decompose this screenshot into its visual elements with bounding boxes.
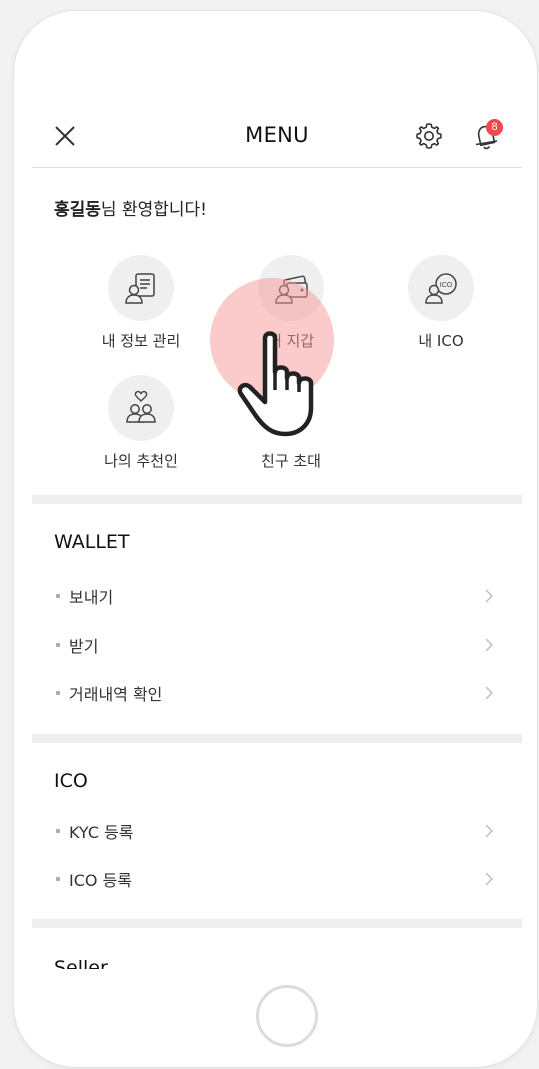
menu-row-kyc-register[interactable]: KYC 등록: [32, 811, 522, 851]
bullet-dot: [56, 594, 60, 598]
section-divider: [32, 495, 522, 504]
menu-row-label: 보내기: [69, 588, 114, 607]
section-title-ico: ICO: [54, 770, 88, 792]
bullet-dot: [56, 643, 60, 647]
section-divider: [32, 734, 522, 743]
quick-menu: 내 정보 관리 내 지갑 ICO 내 ICO 나의 추천인 친구 초대: [32, 251, 522, 491]
home-button[interactable]: [256, 985, 318, 1047]
quick-item-my-wallet[interactable]: 내 지갑: [216, 255, 366, 351]
phone-frame: MENU 8 홍길동님 환영합니다! 내 정보 관리 내 지갑 ICO 내 IC…: [14, 11, 537, 1067]
menu-row-label: KYC 등록: [69, 823, 134, 842]
page-title: MENU: [245, 123, 309, 147]
quick-item-label: 나의 추천인: [104, 452, 178, 470]
welcome-message: 홍길동님 환영합니다!: [54, 195, 207, 220]
svg-text:ICO: ICO: [440, 282, 453, 289]
menu-row-receive[interactable]: 받기: [32, 625, 522, 665]
bullet-dot: [56, 829, 60, 833]
quick-item-label: 내 ICO: [418, 332, 464, 350]
quick-item-my-ico[interactable]: ICO 내 ICO: [366, 255, 516, 351]
chevron-right-icon: [485, 824, 493, 838]
user-name: 홍길동: [54, 200, 101, 220]
welcome-suffix: 님 환영합니다!: [100, 200, 207, 220]
notification-badge: 8: [486, 119, 503, 136]
settings-button[interactable]: [414, 121, 444, 151]
section-title-wallet: WALLET: [54, 531, 130, 553]
quick-item-label: 친구 초대: [261, 452, 321, 470]
chevron-right-icon: [485, 589, 493, 603]
bullet-dot: [56, 691, 60, 695]
notification-button[interactable]: 8: [470, 119, 504, 153]
quick-item-my-info[interactable]: 내 정보 관리: [66, 255, 216, 351]
menu-row-ico-register[interactable]: ICO 등록: [32, 859, 522, 899]
referral-people-icon: [108, 375, 174, 441]
section-title-seller: Seller: [54, 957, 108, 969]
quick-item-invite-friends[interactable]: 친구 초대: [216, 375, 366, 471]
gear-icon: [416, 123, 442, 149]
quick-item-icon-area: [216, 375, 366, 441]
chevron-right-icon: [485, 872, 493, 886]
quick-item-my-referrer[interactable]: 나의 추천인: [66, 375, 216, 471]
menu-row-label: ICO 등록: [69, 871, 133, 890]
quick-item-label: 내 정보 관리: [101, 332, 181, 350]
menu-row-send[interactable]: 보내기: [32, 576, 522, 616]
quick-item-label: 내 지갑: [267, 332, 315, 350]
menu-row-label: 받기: [69, 637, 99, 656]
profile-document-icon: [108, 255, 174, 321]
bullet-dot: [56, 877, 60, 881]
menu-row-label: 거래내역 확인: [69, 685, 163, 704]
menu-header: MENU 8: [32, 111, 522, 168]
menu-row-transaction-history[interactable]: 거래내역 확인: [32, 673, 522, 713]
section-divider: [32, 919, 522, 928]
app-screen: MENU 8 홍길동님 환영합니다! 내 정보 관리 내 지갑 ICO 내 IC…: [32, 11, 522, 969]
chevron-right-icon: [485, 686, 493, 700]
ico-coin-icon: ICO: [408, 255, 474, 321]
chevron-right-icon: [485, 638, 493, 652]
wallet-icon: [258, 255, 324, 321]
